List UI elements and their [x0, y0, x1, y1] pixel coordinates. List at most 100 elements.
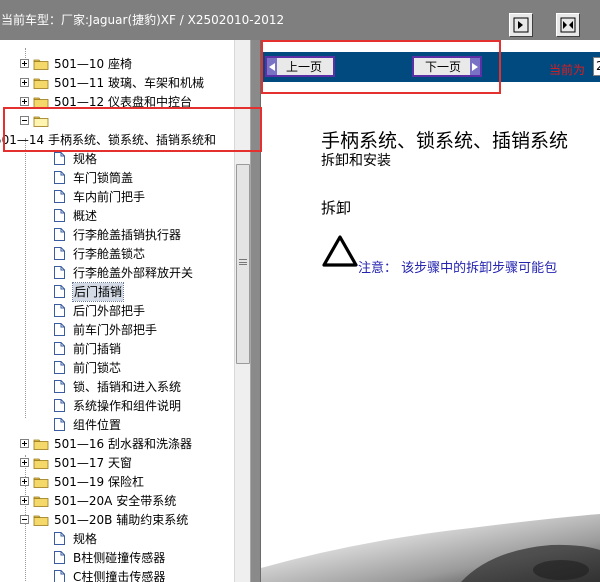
- tree-folder-item[interactable]: 501—17 天窗: [20, 453, 132, 472]
- tree-item-label: 前车门外部把手: [73, 322, 158, 337]
- document-icon: [54, 361, 65, 374]
- grip-icon: [239, 259, 247, 265]
- folder-icon: [33, 515, 49, 526]
- tree-folder-item[interactable]: 501—19 保险杠: [20, 472, 144, 491]
- warning-triangle-icon: [322, 235, 358, 267]
- prev-page-label: 上一页: [285, 60, 322, 74]
- tree-folder-item[interactable]: 501—20B 辅助约束系统: [20, 510, 188, 529]
- page-nav-bar: 上一页 下一页 当前为 2: [261, 52, 600, 82]
- next-page-button[interactable]: 下一页: [412, 56, 482, 77]
- document-icon: [54, 228, 65, 241]
- component-photo: [261, 500, 600, 582]
- expand-plus-icon[interactable]: [20, 458, 29, 467]
- document-icon: [54, 171, 65, 184]
- document-icon: [54, 247, 65, 260]
- tree-item-label: 车内前门把手: [73, 189, 146, 204]
- tree-panel: 501—10 座椅 501—11 玻璃、车架和机械 501—12 仪表盘和中控台 50…: [0, 40, 234, 582]
- collapse-minus-icon[interactable]: [20, 116, 29, 125]
- document-icon: [54, 342, 65, 355]
- tree-leaf-item[interactable]: 锁、插销和进入系统: [54, 377, 181, 396]
- tree-leaf-item[interactable]: 前门锁芯: [54, 358, 121, 377]
- tree-scrollbar[interactable]: [234, 40, 250, 582]
- folder-open-icon: [33, 116, 49, 127]
- folder-icon: [33, 59, 49, 70]
- tree-item-label: 行李舱盖插销执行器: [73, 227, 182, 242]
- tree-item-label: 车门锁筒盖: [73, 170, 134, 185]
- tree-folder-item[interactable]: 501—20A 安全带系统: [20, 491, 176, 510]
- expand-plus-icon[interactable]: [20, 59, 29, 68]
- tree-item-label: B柱侧碰撞传感器: [73, 550, 166, 565]
- tree-scrollbar-thumb[interactable]: [236, 164, 250, 364]
- tree-leaf-item[interactable]: 车内前门把手: [54, 187, 145, 206]
- tree-folder-item[interactable]: 501—16 刮水器和洗涤器: [20, 434, 192, 453]
- document-icon: [54, 532, 65, 545]
- folder-icon: [33, 97, 49, 108]
- tree-leaf-item[interactable]: 组件位置: [54, 415, 121, 434]
- tree-item-label: 501—20A 安全带系统: [54, 493, 177, 508]
- tree-item-label: 概述: [73, 208, 98, 223]
- tree-leaf-item[interactable]: 规格: [54, 529, 97, 548]
- expand-plus-icon[interactable]: [20, 97, 29, 106]
- tree-leaf-item[interactable]: 行李舱盖锁芯: [54, 244, 145, 263]
- tree-folder-item[interactable]: 501—11 玻璃、车架和机械: [20, 73, 204, 92]
- document-title: 手柄系统、锁系统、插销系统: [321, 130, 569, 152]
- tree-leaf-item[interactable]: 前门插销: [54, 339, 121, 358]
- tree-item-label: 501—11 玻璃、车架和机械: [54, 75, 204, 90]
- current-page-input[interactable]: 2: [593, 57, 600, 76]
- collapse-minus-icon[interactable]: [20, 515, 29, 524]
- current-page-label: 当前为: [549, 63, 586, 77]
- expand-plus-icon[interactable]: [20, 439, 29, 448]
- tree-folder-item[interactable]: [20, 111, 54, 130]
- tree-leaf-item[interactable]: 行李舱盖外部释放开关: [54, 263, 193, 282]
- single-page-icon: [513, 17, 529, 33]
- tree-item-label: C柱侧撞击传感器: [73, 569, 166, 582]
- tree-leaf-item[interactable]: 系统操作和组件说明: [54, 396, 181, 415]
- tree-item-label: 501—16 刮水器和洗涤器: [54, 436, 192, 451]
- document-icon: [54, 285, 65, 298]
- tree-leaf-item[interactable]: C柱侧撞击传感器: [54, 567, 165, 582]
- tree-item-label: 501—12 仪表盘和中控台: [54, 94, 192, 109]
- tree-item-label: 501—17 天窗: [54, 455, 132, 470]
- tree-leaf-item[interactable]: B柱侧碰撞传感器: [54, 548, 165, 567]
- expand-plus-icon[interactable]: [20, 78, 29, 87]
- folder-icon: [33, 458, 49, 469]
- tree-leaf-item[interactable]: 前车门外部把手: [54, 320, 157, 339]
- tree-leaf-item[interactable]: 后门插销: [54, 281, 125, 302]
- tree-item-label: 前门锁芯: [73, 360, 122, 375]
- document-icon: [54, 209, 65, 222]
- tree-leaf-item[interactable]: 车门锁筒盖: [54, 168, 133, 187]
- tree-folder-item[interactable]: 501—14 手柄系统、锁系统、插销系统和: [0, 130, 216, 149]
- tree-item-label: 锁、插销和进入系统: [73, 379, 182, 394]
- document-icon: [54, 570, 65, 582]
- tree-folder-item[interactable]: 501—10 座椅: [20, 54, 132, 73]
- document-icon: [54, 399, 65, 412]
- folder-icon: [33, 439, 49, 450]
- content-pane: 上一页 下一页 当前为 2 手柄系统、锁系统、插销系统 拆卸和安装 拆卸 注意：…: [261, 40, 600, 582]
- tree-item-label: 规格: [73, 531, 98, 546]
- tree-folder-item[interactable]: 501—12 仪表盘和中控台: [20, 92, 192, 111]
- folder-icon: [33, 78, 49, 89]
- document-icon: [54, 323, 65, 336]
- tree-leaf-item[interactable]: 行李舱盖插销执行器: [54, 225, 181, 244]
- tree-item-label: 行李舱盖锁芯: [73, 246, 146, 261]
- expand-plus-icon[interactable]: [20, 477, 29, 486]
- expand-plus-icon[interactable]: [20, 496, 29, 505]
- pane-splitter[interactable]: [250, 40, 261, 582]
- tree-item-label: 501—14 手柄系统、锁系统、插销系统和: [0, 132, 216, 147]
- single-page-button[interactable]: [509, 13, 533, 37]
- tree-leaf-item[interactable]: 规格: [54, 149, 97, 168]
- document-icon: [54, 304, 65, 317]
- tree-item-label: 501—20B 辅助约束系统: [54, 512, 189, 527]
- document-icon: [54, 380, 65, 393]
- tree-item-label: 系统操作和组件说明: [73, 398, 182, 413]
- document-icon: [54, 551, 65, 564]
- tree-leaf-item[interactable]: 概述: [54, 206, 97, 225]
- document-icon: [54, 266, 65, 279]
- folder-icon: [33, 496, 49, 507]
- tree-item-label: 前门插销: [73, 341, 122, 356]
- app-window: 当前车型：厂家:Jaguar(捷豹)XF / X2502010-2012 501…: [0, 0, 600, 582]
- prev-page-button[interactable]: 上一页: [265, 56, 335, 77]
- tree-leaf-item[interactable]: 后门外部把手: [54, 301, 145, 320]
- next-page-label: 下一页: [424, 60, 461, 74]
- double-page-button[interactable]: [556, 13, 580, 37]
